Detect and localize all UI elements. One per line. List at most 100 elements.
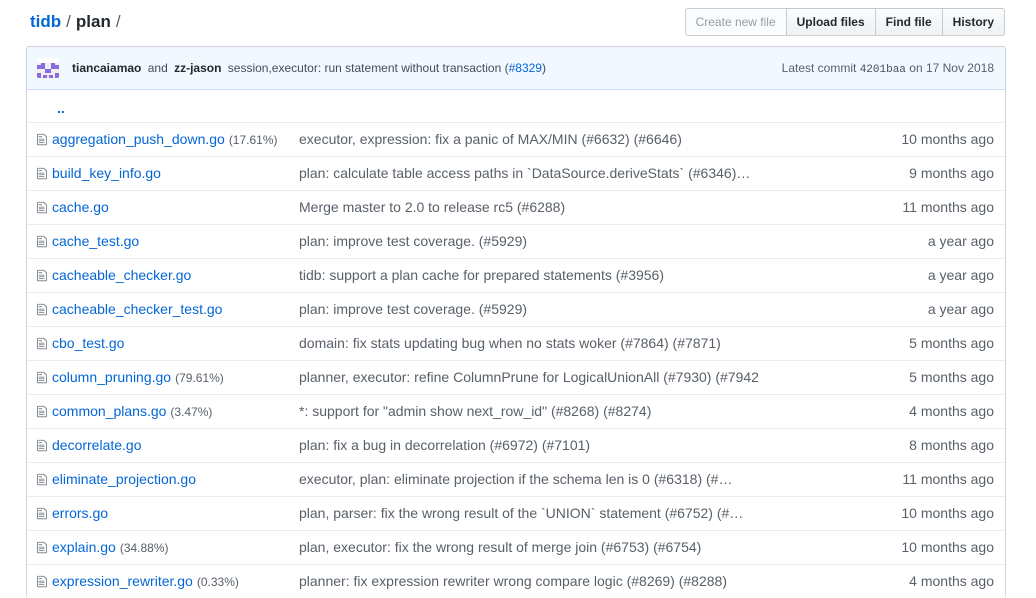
commit-author-1[interactable]: tiancaiamao	[72, 61, 141, 75]
file-icon	[37, 167, 47, 180]
commit-pr-link[interactable]: #8329	[509, 61, 542, 75]
file-list: aggregation_push_down.go (17.61%) executo…	[27, 122, 1005, 598]
updir-row[interactable]: ..	[27, 90, 1005, 122]
file-icon	[37, 575, 47, 588]
avatar[interactable]	[37, 58, 59, 78]
commit-author-2[interactable]: zz-jason	[174, 61, 221, 75]
file-commit-message[interactable]: planner: fix expression rewriter wrong c…	[299, 565, 777, 598]
file-commit-message[interactable]: domain: fix stats updating bug when no s…	[299, 327, 777, 360]
commit-message-end: )	[541, 61, 546, 75]
file-row: build_key_info.go plan: calculate table …	[27, 156, 1005, 190]
file-row: common_plans.go (3.47%) *: support for "a…	[27, 394, 1005, 428]
file-name-link[interactable]: cache.go	[52, 199, 109, 215]
file-commit-age: 4 months ago	[909, 573, 994, 589]
file-commit-message[interactable]: plan: improve test coverage. (#5929)	[299, 225, 777, 258]
latest-commit-info: Latest commit 4201baa on 17 Nov 2018	[782, 47, 994, 91]
file-name-link[interactable]: build_key_info.go	[52, 165, 161, 181]
history-button[interactable]: History	[941, 8, 1005, 36]
file-icon	[37, 507, 47, 520]
file-icon	[37, 371, 47, 384]
file-commit-message[interactable]: tidb: support a plan cache for prepared …	[299, 259, 777, 292]
file-name-cell: column_pruning.go (79.61%)	[52, 361, 297, 395]
file-commit-message[interactable]: plan, executor: fix the wrong result of …	[299, 531, 777, 564]
file-commit-age: 8 months ago	[909, 437, 994, 453]
file-row: cache.go Merge master to 2.0 to release …	[27, 190, 1005, 224]
file-name-link[interactable]: common_plans.go	[52, 403, 166, 419]
create-new-file-button[interactable]: Create new file	[684, 8, 787, 36]
file-name-cell: cache_test.go	[52, 225, 297, 259]
file-name-cell: errors.go	[52, 497, 297, 531]
commit-message-text[interactable]: session,executor: run statement without …	[228, 61, 509, 75]
file-commit-message[interactable]: executor, plan: eliminate projection if …	[299, 463, 777, 496]
file-name-cell: cacheable_checker_test.go	[52, 293, 297, 327]
commit-tease: tiancaiamao and zz-jason session,executo…	[27, 47, 1005, 90]
file-row: errors.go plan, parser: fix the wrong re…	[27, 496, 1005, 530]
file-table: tiancaiamao and zz-jason session,executo…	[26, 46, 1006, 598]
file-commit-age: a year ago	[927, 233, 994, 249]
commit-message[interactable]: session,executor: run statement without …	[228, 61, 546, 75]
file-name-link[interactable]: decorrelate.go	[52, 437, 142, 453]
file-name-link[interactable]: explain.go	[52, 539, 116, 555]
file-commit-age: 10 months ago	[901, 131, 994, 147]
parent-directory-link[interactable]: ..	[57, 90, 65, 126]
identicon-icon	[37, 63, 59, 78]
file-name-link[interactable]: aggregation_push_down.go	[52, 131, 225, 147]
file-commit-message[interactable]: Merge master to 2.0 to release rc5 (#628…	[299, 191, 777, 224]
file-commit-message[interactable]: plan: calculate table access paths in `D…	[299, 157, 777, 190]
file-name-link[interactable]: cacheable_checker.go	[52, 267, 191, 283]
file-icon	[37, 303, 47, 316]
file-icon	[37, 269, 47, 282]
file-commit-message[interactable]: *: support for "admin show next_row_id" …	[299, 395, 777, 428]
file-coverage: (17.61%)	[228, 133, 278, 147]
file-commit-age: a year ago	[927, 301, 994, 317]
file-row: eliminate_projection.go executor, plan: …	[27, 462, 1005, 496]
file-name-cell: aggregation_push_down.go (17.61%)	[52, 123, 297, 157]
file-coverage: (34.88%)	[119, 541, 169, 555]
file-icon	[37, 201, 47, 214]
find-file-button[interactable]: Find file	[874, 8, 943, 36]
file-commit-age: 9 months ago	[909, 165, 994, 181]
file-name-cell: build_key_info.go	[52, 157, 297, 191]
file-name-link[interactable]: cacheable_checker_test.go	[52, 301, 222, 317]
file-commit-age: a year ago	[927, 267, 994, 283]
file-row: cacheable_checker.go tidb: support a pla…	[27, 258, 1005, 292]
file-commit-age: 11 months ago	[902, 199, 994, 215]
file-name-link[interactable]: eliminate_projection.go	[52, 471, 196, 487]
file-icon	[37, 235, 47, 248]
file-commit-age: 10 months ago	[901, 505, 994, 521]
file-row: cache_test.go plan: improve test coverag…	[27, 224, 1005, 258]
file-name-cell: cacheable_checker.go	[52, 259, 297, 293]
breadcrumb-current-dir: plan	[75, 12, 111, 31]
file-name-link[interactable]: cache_test.go	[52, 233, 139, 249]
file-actions-button-group: Create new file Upload files Find file H…	[684, 8, 1005, 36]
breadcrumb-repo-link[interactable]: tidb	[30, 12, 61, 31]
file-commit-message[interactable]: planner, executor: refine ColumnPrune fo…	[299, 361, 777, 394]
file-name-cell: decorrelate.go	[52, 429, 297, 463]
latest-commit-label: Latest commit	[781, 61, 857, 75]
file-navigation: tidb / plan / Create new file Upload files …	[0, 0, 1036, 46]
file-commit-message[interactable]: plan, parser: fix the wrong result of th…	[299, 497, 777, 530]
file-commit-age: 4 months ago	[909, 403, 994, 419]
commit-and-text: and	[147, 61, 168, 75]
file-commit-message[interactable]: plan: improve test coverage. (#5929)	[299, 293, 777, 326]
file-commit-message[interactable]: executor, expression: fix a panic of MAX…	[299, 123, 777, 156]
file-icon	[37, 133, 47, 146]
file-name-link[interactable]: column_pruning.go	[52, 369, 171, 385]
file-name-link[interactable]: errors.go	[52, 505, 108, 521]
file-commit-message[interactable]: plan: fix a bug in decorrelation (#6972)…	[299, 429, 777, 462]
commit-summary: tiancaiamao and zz-jason session,executo…	[72, 47, 546, 89]
file-name-link[interactable]: expression_rewriter.go	[52, 573, 193, 589]
breadcrumb-separator: /	[115, 12, 121, 31]
file-coverage: (79.61%)	[175, 371, 224, 385]
commit-sha-link[interactable]: 4201baa	[860, 64, 906, 76]
file-name-link[interactable]: cbo_test.go	[52, 335, 124, 351]
upload-files-button[interactable]: Upload files	[785, 8, 876, 36]
file-row: explain.go (34.88%) plan, executor: fix t…	[27, 530, 1005, 564]
file-name-cell: common_plans.go (3.47%)	[52, 395, 297, 429]
file-icon	[37, 541, 47, 554]
file-icon	[37, 337, 47, 350]
file-name-cell: expression_rewriter.go (0.33%)	[52, 565, 297, 598]
file-icon	[37, 473, 47, 486]
file-name-cell: cache.go	[52, 191, 297, 225]
file-coverage: (0.33%)	[196, 575, 239, 589]
